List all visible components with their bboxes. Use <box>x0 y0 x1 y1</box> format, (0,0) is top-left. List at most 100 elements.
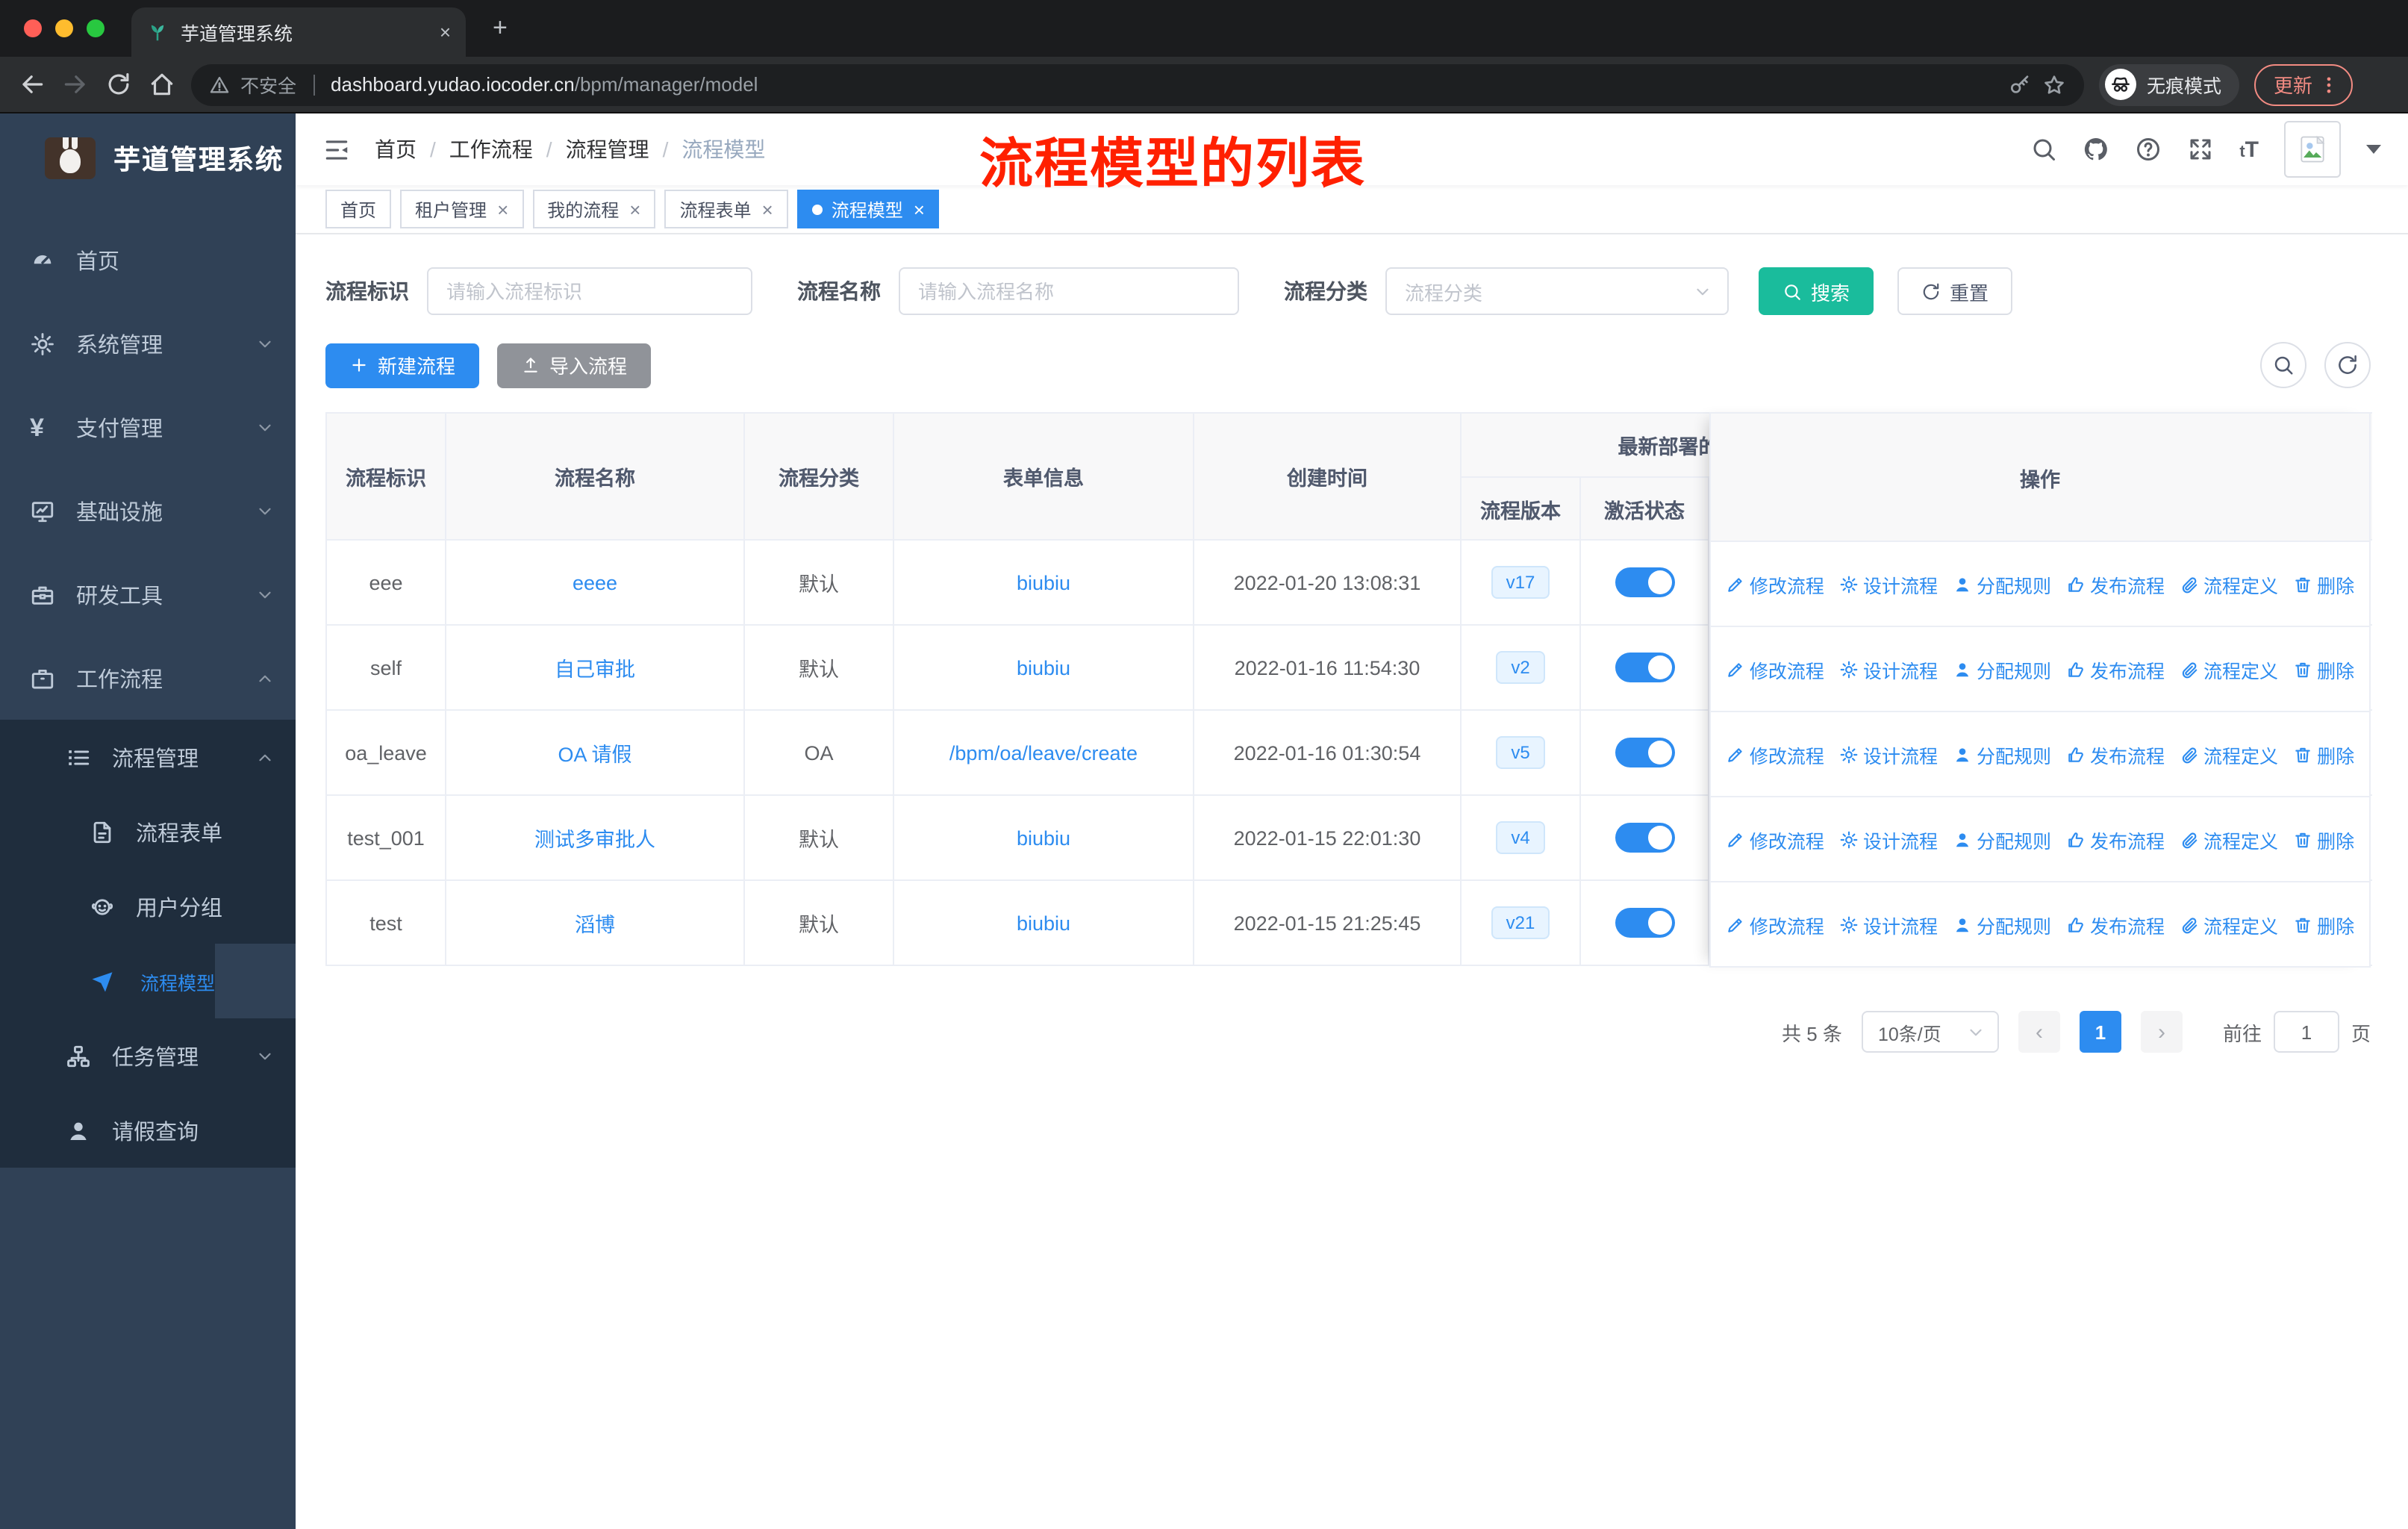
active-toggle[interactable] <box>1615 738 1674 767</box>
tag-租户管理[interactable]: 租户管理 × <box>400 190 524 228</box>
sidebar-item-process-form[interactable]: 流程表单 <box>0 794 296 869</box>
sidebar-item-workflow[interactable]: 工作流程 <box>0 636 296 720</box>
update-button[interactable]: 更新 <box>2254 63 2354 105</box>
action-发布流程[interactable]: 发布流程 <box>2066 910 2165 938</box>
close-icon[interactable]: × <box>497 198 508 220</box>
action-修改流程[interactable]: 修改流程 <box>1726 655 1824 683</box>
sidebar-item-leave-query[interactable]: 请假查询 <box>0 1093 296 1168</box>
action-分配规则[interactable]: 分配规则 <box>1953 910 2051 938</box>
action-删除[interactable]: 删除 <box>2293 570 2354 598</box>
action-修改流程[interactable]: 修改流程 <box>1726 740 1824 768</box>
form-link[interactable]: biubiu <box>1017 912 1070 934</box>
close-icon[interactable]: × <box>762 198 773 220</box>
active-toggle[interactable] <box>1615 908 1674 938</box>
filter-key-input[interactable] <box>427 267 752 315</box>
maximize-window-button[interactable] <box>87 19 105 37</box>
next-page-button[interactable]: › <box>2140 1011 2183 1053</box>
sidebar-item-infra[interactable]: 基础设施 <box>0 469 296 552</box>
action-分配规则[interactable]: 分配规则 <box>1953 740 2051 768</box>
action-分配规则[interactable]: 分配规则 <box>1953 825 2051 853</box>
minimize-window-button[interactable] <box>55 19 73 37</box>
chevron-down-icon[interactable] <box>2366 145 2381 154</box>
action-删除[interactable]: 删除 <box>2293 825 2354 853</box>
action-流程定义[interactable]: 流程定义 <box>2180 740 2278 768</box>
filter-name-input[interactable] <box>899 267 1239 315</box>
action-分配规则[interactable]: 分配规则 <box>1953 570 2051 598</box>
import-process-button[interactable]: 导入流程 <box>497 343 652 387</box>
sidebar-item-home[interactable]: 首页 <box>0 218 296 302</box>
action-分配规则[interactable]: 分配规则 <box>1953 655 2051 683</box>
search-icon[interactable] <box>2030 136 2057 163</box>
breadcrumb-item[interactable]: 流程管理 <box>566 137 649 161</box>
action-发布流程[interactable]: 发布流程 <box>2066 740 2165 768</box>
sidebar-item-user-group[interactable]: 用户分组 <box>0 869 296 944</box>
toggle-search-button[interactable] <box>2260 342 2306 388</box>
action-发布流程[interactable]: 发布流程 <box>2066 825 2165 853</box>
action-设计流程[interactable]: 设计流程 <box>1839 825 1938 853</box>
help-icon[interactable] <box>2135 136 2162 163</box>
model-name-link[interactable]: 测试多审批人 <box>534 829 655 851</box>
action-发布流程[interactable]: 发布流程 <box>2066 655 2165 683</box>
traffic-lights[interactable] <box>24 19 105 37</box>
tag-流程表单[interactable]: 流程表单 × <box>664 190 788 228</box>
close-icon[interactable]: × <box>914 198 925 220</box>
refresh-table-button[interactable] <box>2324 342 2371 388</box>
close-window-button[interactable] <box>24 19 42 37</box>
active-toggle[interactable] <box>1615 823 1674 853</box>
sidebar-item-process-model[interactable]: 流程模型 <box>0 944 216 1018</box>
breadcrumb-item[interactable]: 首页 <box>375 137 417 161</box>
action-流程定义[interactable]: 流程定义 <box>2180 570 2278 598</box>
browser-tab[interactable]: 芋道管理系统 × <box>131 7 466 57</box>
action-修改流程[interactable]: 修改流程 <box>1726 570 1824 598</box>
new-tab-button[interactable]: + <box>493 13 508 43</box>
avatar[interactable] <box>2284 121 2341 178</box>
sidebar-item-system[interactable]: 系统管理 <box>0 302 296 385</box>
action-删除[interactable]: 删除 <box>2293 740 2354 768</box>
action-设计流程[interactable]: 设计流程 <box>1839 570 1938 598</box>
tag-我的流程[interactable]: 我的流程 × <box>532 190 656 228</box>
goto-page-input[interactable] <box>2273 1011 2339 1053</box>
sidebar-item-payment[interactable]: ¥ 支付管理 <box>0 385 296 469</box>
font-size-icon[interactable]: tT <box>2239 137 2259 162</box>
action-发布流程[interactable]: 发布流程 <box>2066 570 2165 598</box>
active-toggle[interactable] <box>1615 567 1674 597</box>
collapse-sidebar-button[interactable] <box>322 135 351 164</box>
form-link[interactable]: biubiu <box>1017 571 1070 594</box>
back-button[interactable] <box>18 70 46 99</box>
key-icon[interactable] <box>2008 72 2032 96</box>
action-删除[interactable]: 删除 <box>2293 910 2354 938</box>
sidebar-item-task-mgmt[interactable]: 任务管理 <box>0 1018 296 1093</box>
close-icon[interactable]: × <box>629 198 640 220</box>
action-流程定义[interactable]: 流程定义 <box>2180 825 2278 853</box>
active-toggle[interactable] <box>1615 653 1674 682</box>
reset-button[interactable]: 重置 <box>1897 267 2013 315</box>
forward-button[interactable] <box>61 70 90 99</box>
reload-button[interactable] <box>105 70 133 99</box>
security-label[interactable]: 不安全 <box>240 70 296 99</box>
create-process-button[interactable]: 新建流程 <box>325 343 480 387</box>
form-link[interactable]: biubiu <box>1017 826 1070 849</box>
action-流程定义[interactable]: 流程定义 <box>2180 910 2278 938</box>
action-设计流程[interactable]: 设计流程 <box>1839 740 1938 768</box>
search-button[interactable]: 搜索 <box>1759 267 1874 315</box>
menu-dots-icon[interactable] <box>2318 74 2339 95</box>
model-name-link[interactable]: 滔博 <box>575 914 615 936</box>
action-设计流程[interactable]: 设计流程 <box>1839 655 1938 683</box>
page-size-select[interactable]: 10条/页 <box>1861 1011 1999 1053</box>
tag-首页[interactable]: 首页 <box>325 190 392 228</box>
model-name-link[interactable]: OA 请假 <box>558 744 631 766</box>
model-name-link[interactable]: 自己审批 <box>555 658 635 681</box>
action-修改流程[interactable]: 修改流程 <box>1726 910 1824 938</box>
action-修改流程[interactable]: 修改流程 <box>1726 825 1824 853</box>
model-name-link[interactable]: eeee <box>573 571 617 594</box>
form-link[interactable]: biubiu <box>1017 656 1070 679</box>
prev-page-button[interactable]: ‹ <box>2018 1011 2060 1053</box>
sidebar-item-process-mgmt[interactable]: 流程管理 <box>0 720 296 794</box>
address-bar[interactable]: 不安全 dashboard.yudao.iocoder.cn/bpm/manag… <box>191 63 2084 105</box>
action-删除[interactable]: 删除 <box>2293 655 2354 683</box>
github-icon[interactable] <box>2083 136 2109 163</box>
bookmark-star-icon[interactable] <box>2042 72 2066 96</box>
action-流程定义[interactable]: 流程定义 <box>2180 655 2278 683</box>
current-page-button[interactable]: 1 <box>2079 1011 2121 1053</box>
sidebar-item-devtools[interactable]: 研发工具 <box>0 552 296 636</box>
